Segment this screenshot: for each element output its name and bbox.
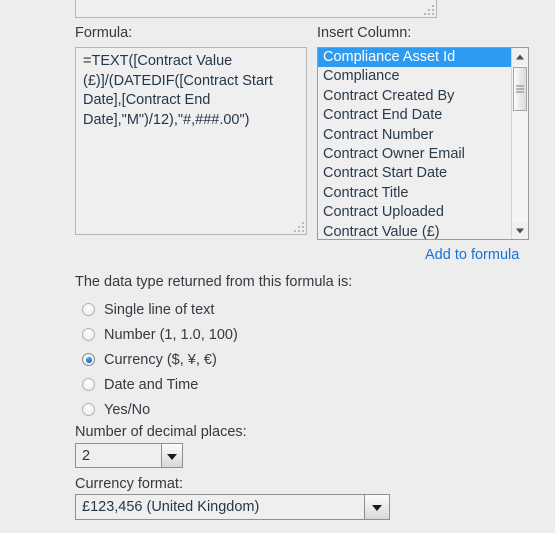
data-type-option-label: Currency ($, ¥, €) bbox=[104, 351, 217, 368]
list-item[interactable]: Contract End Date bbox=[318, 106, 512, 125]
dropdown-arrow-icon[interactable] bbox=[364, 495, 389, 519]
dropdown-arrow-icon[interactable] bbox=[161, 444, 182, 467]
data-type-option-label: Number (1, 1.0, 100) bbox=[104, 326, 238, 343]
scrollbar-thumb[interactable] bbox=[513, 67, 527, 111]
data-type-option[interactable]: Yes/No bbox=[82, 397, 238, 422]
data-type-option-label: Single line of text bbox=[104, 301, 215, 318]
radio-button[interactable] bbox=[82, 328, 95, 341]
data-type-option[interactable]: Number (1, 1.0, 100) bbox=[82, 322, 238, 347]
list-item[interactable]: Compliance Asset Id bbox=[318, 48, 512, 68]
data-type-option[interactable]: Currency ($, ¥, €) bbox=[82, 347, 238, 372]
decimal-places-value: 2 bbox=[82, 447, 91, 464]
formula-input[interactable]: =TEXT([Contract Value (£)]/(DATEDIF([Con… bbox=[75, 47, 307, 235]
listbox-scrollbar[interactable] bbox=[511, 48, 528, 239]
currency-format-value: £123,456 (United Kingdom) bbox=[82, 499, 260, 515]
scroll-down-button[interactable] bbox=[512, 222, 528, 239]
formula-settings-panel: Formula: =TEXT([Contract Value (£)]/(DAT… bbox=[0, 0, 555, 533]
insert-column-label: Insert Column: bbox=[317, 25, 412, 41]
insert-column-list[interactable]: Compliance Asset Id Compliance Contract Cr… bbox=[318, 48, 512, 239]
radio-button[interactable] bbox=[82, 303, 95, 316]
currency-format-select[interactable]: £123,456 (United Kingdom) bbox=[75, 494, 390, 520]
data-type-radio-group[interactable]: Single line of text Number (1, 1.0, 100) C… bbox=[82, 297, 238, 422]
data-type-option-label: Yes/No bbox=[104, 401, 151, 418]
list-item[interactable]: Contract Number bbox=[318, 126, 512, 145]
list-item[interactable]: Contract Title bbox=[318, 184, 512, 203]
radio-button[interactable] bbox=[82, 378, 95, 391]
radio-button[interactable] bbox=[82, 403, 95, 416]
insert-column-listbox[interactable]: Compliance Asset Id Compliance Contract Cr… bbox=[317, 47, 529, 240]
resize-grip-icon[interactable] bbox=[292, 220, 304, 232]
scroll-up-button[interactable] bbox=[512, 48, 528, 65]
formula-label: Formula: bbox=[75, 25, 133, 41]
decimal-places-label: Number of decimal places: bbox=[75, 424, 247, 440]
data-type-question: The data type returned from this formula… bbox=[75, 274, 353, 290]
list-item[interactable]: Contract Start Date bbox=[318, 164, 512, 183]
grip-lines-icon bbox=[516, 84, 524, 95]
list-item[interactable]: Contract Created By bbox=[318, 87, 512, 106]
decimal-places-select[interactable]: 2 bbox=[75, 443, 183, 468]
chevron-up-icon bbox=[516, 54, 524, 59]
data-type-option[interactable]: Single line of text bbox=[82, 297, 238, 322]
add-to-formula-link[interactable]: Add to formula bbox=[425, 247, 519, 263]
list-item[interactable]: Contract Owner Email bbox=[318, 145, 512, 164]
chevron-down-icon bbox=[516, 228, 524, 233]
data-type-option[interactable]: Date and Time bbox=[82, 372, 238, 397]
resize-grip-icon[interactable] bbox=[422, 3, 434, 15]
list-item[interactable]: Compliance bbox=[318, 67, 512, 86]
currency-format-label: Currency format: bbox=[75, 476, 183, 492]
list-item[interactable]: Contract Value (£) bbox=[318, 223, 512, 239]
data-type-option-label: Date and Time bbox=[104, 376, 199, 393]
radio-button[interactable] bbox=[82, 353, 95, 366]
description-textarea[interactable] bbox=[75, 0, 437, 18]
list-item[interactable]: Contract Uploaded bbox=[318, 203, 512, 222]
